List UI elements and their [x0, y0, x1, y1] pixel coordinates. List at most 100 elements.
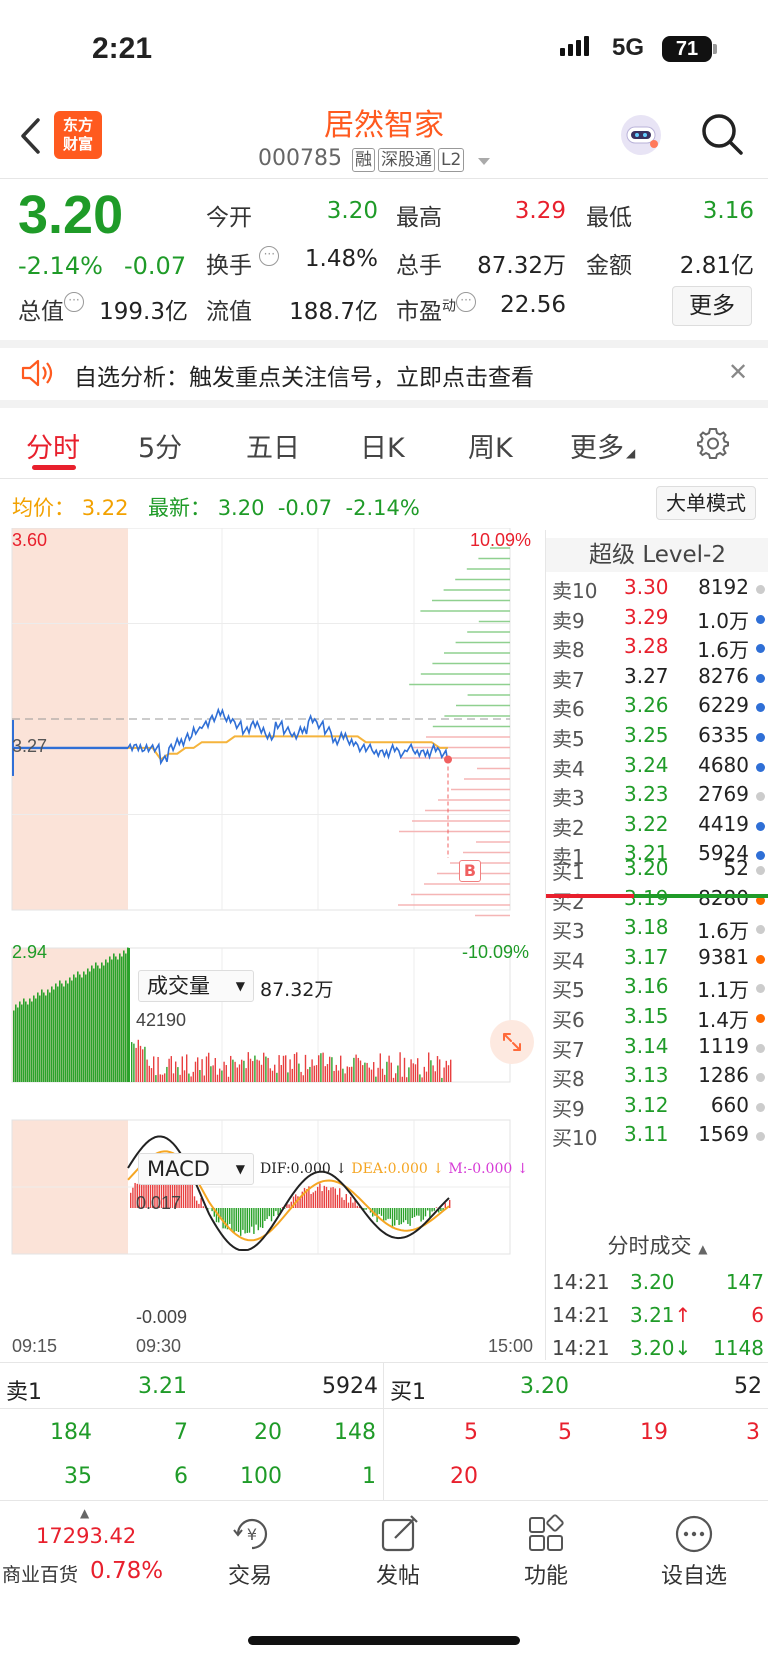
tab-intraday[interactable]: 分时: [26, 426, 80, 465]
stock-code-line[interactable]: 000785 融深股通 L2: [258, 146, 491, 172]
volume-indicator-select[interactable]: 成交量 ▼: [138, 970, 254, 1002]
nav-post[interactable]: 发帖: [348, 1558, 448, 1590]
volume-bar: [441, 1077, 443, 1082]
volume-bar: [128, 948, 130, 1082]
ask-row[interactable]: 卖3 3.23 2769: [546, 782, 768, 812]
order-dot-icon: [756, 762, 765, 772]
volume-bar: [315, 1065, 318, 1082]
volume-bar: [227, 1076, 230, 1082]
ask-row[interactable]: 卖2 3.22 4419: [546, 812, 768, 842]
apps-icon[interactable]: [526, 1512, 570, 1560]
assistant-robot-icon[interactable]: [618, 112, 664, 158]
bid-row[interactable]: 买5 3.16 1.1万: [546, 974, 768, 1004]
ask-label: 卖9: [552, 608, 585, 633]
volume-bar: [309, 1066, 311, 1082]
close-icon[interactable]: ✕: [728, 358, 748, 386]
gear-icon[interactable]: [696, 426, 730, 464]
detail-order-cell: 5: [464, 1420, 478, 1445]
volume-bar: [236, 1067, 238, 1082]
detail-order-cell: 19: [640, 1420, 668, 1445]
volume-bar: [447, 1065, 450, 1082]
low-label: 最低: [586, 205, 632, 231]
low-value: 3.16: [702, 198, 754, 224]
bid-row[interactable]: 买10 3.11 1569: [546, 1122, 768, 1152]
volume-bar: [381, 1068, 384, 1082]
volume-bar: [366, 1062, 368, 1082]
volume-bar: [256, 1059, 258, 1082]
bid-volume: 1.6万: [697, 919, 749, 944]
pe-label[interactable]: 市盈动 ···: [396, 292, 476, 326]
tab-more[interactable]: 更多 ◢: [570, 426, 635, 465]
volume-bar: [179, 1074, 181, 1082]
volume-bar: [243, 1060, 245, 1082]
volume-bar: [188, 1073, 190, 1082]
ask-row[interactable]: 卖7 3.27 8276: [546, 664, 768, 694]
ticks-title[interactable]: 分时成交 ▲: [546, 1230, 768, 1260]
expand-icon[interactable]: [490, 1020, 534, 1064]
bid-row[interactable]: 买6 3.15 1.4万: [546, 1004, 768, 1034]
bid-row[interactable]: 买1 3.20 52: [546, 856, 768, 886]
ask-row[interactable]: 卖8 3.28 1.6万: [546, 634, 768, 664]
bid-row[interactable]: 买23.198280: [546, 886, 768, 916]
battery-cap: [713, 44, 717, 54]
alert-text[interactable]: 自选分析：触发重点关注信号，立即点击查看: [74, 358, 534, 392]
turnover-label[interactable]: 换手 ···: [206, 246, 280, 280]
macd-bar: [132, 1187, 134, 1208]
index-name[interactable]: 商业百货: [2, 1560, 78, 1587]
nav-functions[interactable]: 功能: [496, 1558, 596, 1590]
volume-bar: [164, 1073, 166, 1082]
bid-label: 买2: [552, 889, 585, 914]
more-dots-icon[interactable]: [672, 1512, 716, 1560]
macd-bar: [413, 1208, 416, 1217]
volume-bar: [172, 1073, 175, 1082]
bid-row[interactable]: 买7 3.14 1119: [546, 1034, 768, 1064]
bid-row[interactable]: 买4 3.17 9381: [546, 945, 768, 975]
big-order-mode-button[interactable]: 大单模式: [656, 486, 756, 520]
tab-5day[interactable]: 五日: [246, 426, 300, 465]
index-value[interactable]: 17293.42: [36, 1524, 136, 1548]
tab-daily-k[interactable]: 日K: [360, 426, 405, 465]
bid-row[interactable]: 买8 3.13 1286: [546, 1063, 768, 1093]
trade-icon[interactable]: ¥: [230, 1512, 274, 1560]
macd-bar: [422, 1208, 424, 1220]
ask-row[interactable]: 卖9 3.29 1.0万: [546, 605, 768, 635]
bid-row[interactable]: 买3 3.18 1.6万: [546, 915, 768, 945]
ask-row[interactable]: 卖10 3.30 8192: [546, 575, 768, 605]
search-icon[interactable]: [700, 112, 744, 160]
tick-time: 14:21: [552, 1270, 610, 1294]
volume-bar: [157, 1056, 159, 1082]
macd-bar: [222, 1208, 224, 1229]
ask-volume: 4419: [698, 811, 749, 836]
ask-row[interactable]: 卖6 3.26 6229: [546, 693, 768, 723]
buy-marker[interactable]: B: [459, 860, 481, 882]
bid-price: 3.20: [624, 856, 669, 880]
ask-row[interactable]: 卖5 3.25 6335: [546, 723, 768, 753]
caret-icon: ◢: [626, 446, 636, 460]
bid-row[interactable]: 买9 3.12 660: [546, 1093, 768, 1123]
post-icon[interactable]: [378, 1512, 422, 1560]
volume-bar: [408, 1067, 410, 1082]
ask-label: 卖3: [552, 786, 585, 811]
volume-bar: [241, 1059, 243, 1082]
caret-up-icon[interactable]: ▲: [80, 1506, 89, 1520]
tab-5min[interactable]: 5分: [138, 426, 182, 465]
volume-bar: [329, 1056, 331, 1082]
bottom-divider: [383, 1362, 384, 1500]
volume-bar: [234, 1061, 236, 1082]
tab-weekly-k[interactable]: 周K: [468, 426, 513, 465]
nav-trade[interactable]: 交易: [200, 1558, 300, 1590]
bid-label: 买4: [552, 948, 585, 973]
ask-volume: 4680: [698, 752, 749, 777]
macd-bar: [398, 1208, 400, 1225]
volume-bar: [99, 968, 101, 1082]
ask-row[interactable]: 卖4 3.24 4680: [546, 753, 768, 783]
mktcap-label[interactable]: 总值 ···: [18, 292, 84, 326]
info-icon: ···: [456, 292, 476, 312]
volume-bar: [155, 1075, 157, 1082]
bottom-buy-vol: 52: [734, 1374, 762, 1399]
volume-bar: [434, 1071, 436, 1082]
nav-add-watchlist[interactable]: 设自选: [644, 1558, 744, 1590]
macd-indicator-select[interactable]: MACD ▼: [138, 1153, 254, 1185]
more-button[interactable]: 更多: [672, 286, 752, 326]
macd-bar: [288, 1204, 290, 1208]
